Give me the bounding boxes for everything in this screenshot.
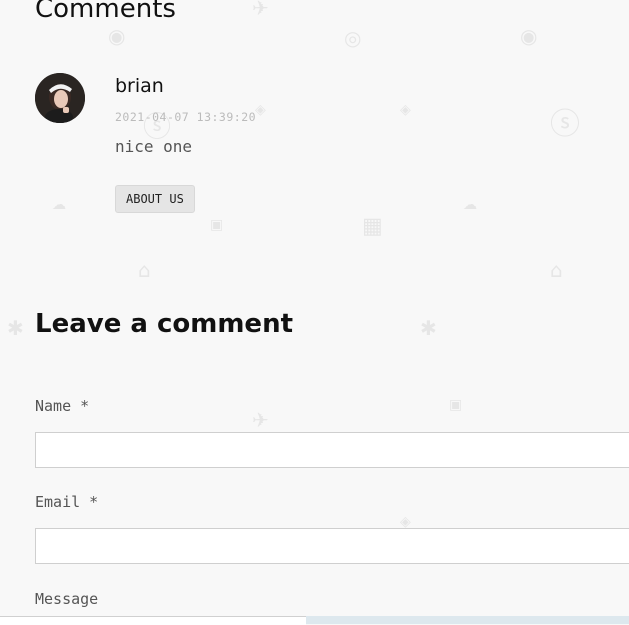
- house-icon: ⌂: [550, 258, 563, 282]
- name-label: Name *: [35, 397, 90, 415]
- plane-icon: ✈: [252, 0, 269, 20]
- avatar-image: [35, 73, 85, 123]
- email-label: Email *: [35, 493, 99, 511]
- bug-icon: ✱: [420, 316, 437, 340]
- bug-icon: ✱: [7, 316, 24, 340]
- camera-icon: ◉: [520, 24, 538, 48]
- about-us-tag-button[interactable]: ABOUT US: [115, 185, 195, 213]
- comment-author[interactable]: brian: [115, 75, 164, 97]
- eye-icon: ◎: [344, 26, 362, 50]
- chip-icon: ▣: [449, 397, 463, 413]
- plane-icon: ✈: [252, 408, 269, 432]
- message-label: Message: [35, 590, 99, 608]
- camera-icon: ◉: [108, 24, 126, 48]
- leave-comment-title: Leave a comment: [35, 309, 294, 339]
- comment-body: nice one: [115, 137, 193, 156]
- diamond-icon: ◈: [400, 514, 411, 530]
- avatar[interactable]: [35, 73, 85, 123]
- comment-date: 2021-04-07 13:39:20: [115, 110, 257, 124]
- email-input[interactable]: [35, 528, 629, 564]
- comment-item: brian 2021-04-07 13:39:20 nice one ABOUT…: [35, 73, 615, 223]
- comments-title: Comments: [35, 0, 176, 24]
- name-input[interactable]: [35, 432, 629, 468]
- page-image-edge: [306, 616, 629, 624]
- house-icon: ⌂: [138, 258, 151, 282]
